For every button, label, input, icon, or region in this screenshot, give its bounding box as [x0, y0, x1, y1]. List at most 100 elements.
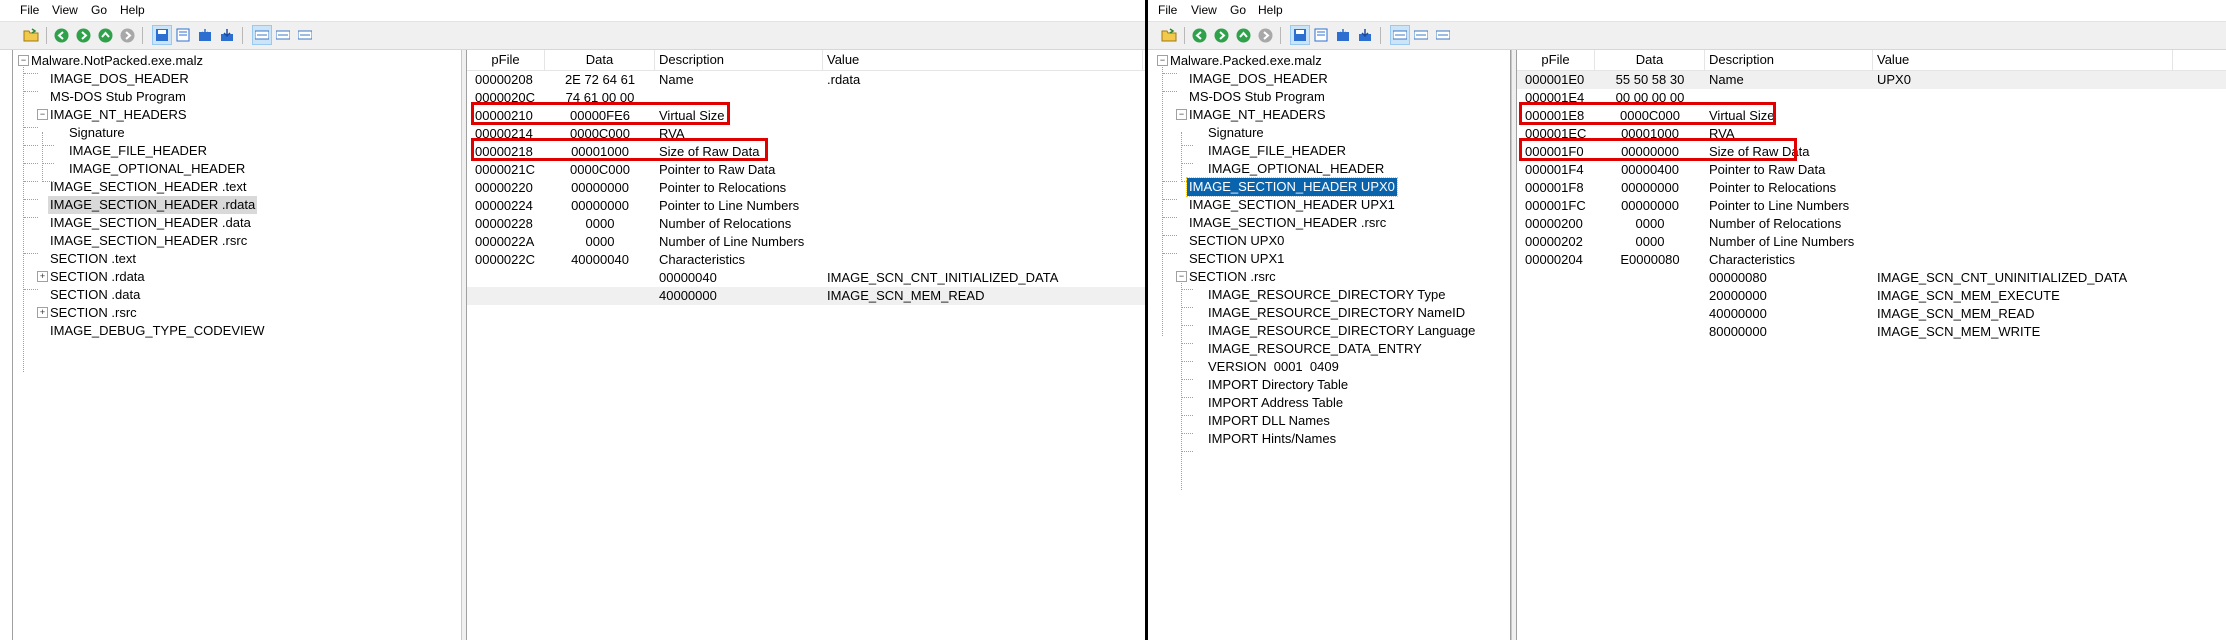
- tree-item-import-address-table[interactable]: IMPORT Address Table: [1208, 394, 1343, 412]
- column-data[interactable]: Data: [545, 50, 655, 70]
- tree-item-section-header-upx0[interactable]: IMAGE_SECTION_HEADER UPX0: [1186, 177, 1398, 197]
- table-row[interactable]: 20000000 IMAGE_SCN_MEM_EXECUTE: [1517, 287, 2226, 305]
- table-row[interactable]: 000001FC 00000000 Pointer to Line Numbers: [1517, 197, 2226, 215]
- download-icon[interactable]: [218, 26, 236, 44]
- tree-item-nt-headers[interactable]: IMAGE_NT_HEADERS: [1189, 106, 1326, 124]
- structure-tree[interactable]: − − − Malware.Packed.exe.malz IMAGE_DOS_…: [1150, 50, 1511, 640]
- tree-item-signature[interactable]: Signature: [1208, 124, 1264, 142]
- menu-file[interactable]: File: [1158, 3, 1177, 17]
- column-data[interactable]: Data: [1595, 50, 1705, 70]
- table-row[interactable]: 40000000 IMAGE_SCN_MEM_READ: [1517, 305, 2226, 323]
- view-mode-3-icon[interactable]: [296, 26, 314, 44]
- table-row[interactable]: 80000000 IMAGE_SCN_MEM_WRITE: [1517, 323, 2226, 341]
- menu-view[interactable]: View: [52, 3, 78, 17]
- view-mode-2-icon[interactable]: [1412, 26, 1430, 44]
- tree-item-section-upx1[interactable]: SECTION UPX1: [1189, 250, 1284, 268]
- column-description[interactable]: Description: [1705, 50, 1873, 70]
- disabled-arrow-icon[interactable]: [118, 26, 136, 44]
- tree-item-import-hints-names[interactable]: IMPORT Hints/Names: [1208, 430, 1336, 448]
- table-row[interactable]: 00000228 0000 Number of Relocations: [467, 215, 1145, 233]
- view-mode-2-icon[interactable]: [274, 26, 292, 44]
- tree-item-resource-dir-language[interactable]: IMAGE_RESOURCE_DIRECTORY Language: [1208, 322, 1475, 340]
- expand-rdata-icon[interactable]: +: [37, 271, 48, 282]
- column-description[interactable]: Description: [655, 50, 823, 70]
- tree-item-section-rsrc[interactable]: SECTION .rsrc: [1189, 268, 1276, 286]
- tree-item-section-data[interactable]: SECTION .data: [50, 286, 140, 304]
- table-row[interactable]: 00000080 IMAGE_SCN_CNT_UNINITIALIZED_DATA: [1517, 269, 2226, 287]
- forward-arrow-icon[interactable]: [74, 26, 92, 44]
- tree-item-section-header-rsrc[interactable]: IMAGE_SECTION_HEADER .rsrc: [1189, 214, 1386, 232]
- column-value[interactable]: Value: [1873, 50, 2173, 70]
- tree-item-root[interactable]: Malware.Packed.exe.malz: [1170, 52, 1322, 70]
- tree-item-dos-stub[interactable]: MS-DOS Stub Program: [50, 88, 186, 106]
- menu-help[interactable]: Help: [1258, 3, 1283, 17]
- collapse-nt-headers-icon[interactable]: −: [1176, 109, 1187, 120]
- table-row[interactable]: 000001E0 55 50 58 30 Name UPX0: [1517, 71, 2226, 89]
- tree-item-import-dll-names[interactable]: IMPORT DLL Names: [1208, 412, 1330, 430]
- table-row[interactable]: 00000220 00000000 Pointer to Relocations: [467, 179, 1145, 197]
- tree-item-debug-codeview[interactable]: IMAGE_DEBUG_TYPE_CODEVIEW: [50, 322, 265, 340]
- tree-item-dos-stub[interactable]: MS-DOS Stub Program: [1189, 88, 1325, 106]
- back-arrow-icon[interactable]: [52, 26, 70, 44]
- menu-view[interactable]: View: [1191, 3, 1217, 17]
- tree-item-signature[interactable]: Signature: [69, 124, 125, 142]
- disabled-arrow-icon[interactable]: [1256, 26, 1274, 44]
- save-disk-icon[interactable]: [152, 25, 172, 45]
- tree-item-optional-header[interactable]: IMAGE_OPTIONAL_HEADER: [1208, 160, 1384, 178]
- table-row[interactable]: 0000022A 0000 Number of Line Numbers: [467, 233, 1145, 251]
- menu-help[interactable]: Help: [120, 3, 145, 17]
- column-pfile[interactable]: pFile: [1517, 50, 1595, 70]
- document-icon[interactable]: [1312, 26, 1330, 44]
- download-icon[interactable]: [1356, 26, 1374, 44]
- tree-item-section-header-upx1[interactable]: IMAGE_SECTION_HEADER UPX1: [1189, 196, 1395, 214]
- column-pfile[interactable]: pFile: [467, 50, 545, 70]
- table-row[interactable]: 000001F4 00000400 Pointer to Raw Data: [1517, 161, 2226, 179]
- table-row[interactable]: 00000202 0000 Number of Line Numbers: [1517, 233, 2226, 251]
- collapse-root-icon[interactable]: −: [18, 55, 29, 66]
- menu-go[interactable]: Go: [91, 3, 107, 17]
- tree-item-dos-header[interactable]: IMAGE_DOS_HEADER: [1189, 70, 1328, 88]
- table-row[interactable]: 40000000 IMAGE_SCN_MEM_READ: [467, 287, 1145, 305]
- table-row[interactable]: 00000040 IMAGE_SCN_CNT_INITIALIZED_DATA: [467, 269, 1145, 287]
- tree-item-section-rsrc[interactable]: SECTION .rsrc: [50, 304, 137, 322]
- column-value[interactable]: Value: [823, 50, 1143, 70]
- tree-item-nt-headers[interactable]: IMAGE_NT_HEADERS: [50, 106, 187, 124]
- expand-rsrc-icon[interactable]: +: [37, 307, 48, 318]
- open-folder-icon[interactable]: [1160, 26, 1178, 44]
- menu-file[interactable]: File: [20, 3, 39, 17]
- export-icon[interactable]: [196, 26, 214, 44]
- table-row[interactable]: 00000208 2E 72 64 61 Name .rdata: [467, 71, 1145, 89]
- table-row[interactable]: 00000224 00000000 Pointer to Line Numbers: [467, 197, 1145, 215]
- table-row[interactable]: 000001F8 00000000 Pointer to Relocations: [1517, 179, 2226, 197]
- open-folder-icon[interactable]: [22, 26, 40, 44]
- tree-item-section-header-rsrc[interactable]: IMAGE_SECTION_HEADER .rsrc: [50, 232, 247, 250]
- tree-item-file-header[interactable]: IMAGE_FILE_HEADER: [69, 142, 207, 160]
- menu-go[interactable]: Go: [1230, 3, 1246, 17]
- tree-item-section-header-text[interactable]: IMAGE_SECTION_HEADER .text: [50, 178, 247, 196]
- tree-item-resource-dir-nameid[interactable]: IMAGE_RESOURCE_DIRECTORY NameID: [1208, 304, 1465, 322]
- view-mode-3-icon[interactable]: [1434, 26, 1452, 44]
- forward-arrow-icon[interactable]: [1212, 26, 1230, 44]
- tree-item-section-header-rdata[interactable]: IMAGE_SECTION_HEADER .rdata: [48, 196, 258, 214]
- tree-item-dos-header[interactable]: IMAGE_DOS_HEADER: [50, 70, 189, 88]
- table-row[interactable]: 00000204 E0000080 Characteristics: [1517, 251, 2226, 269]
- table-row[interactable]: 0000022C 40000040 Characteristics: [467, 251, 1145, 269]
- back-arrow-icon[interactable]: [1190, 26, 1208, 44]
- tree-item-section-upx0[interactable]: SECTION UPX0: [1189, 232, 1284, 250]
- table-row[interactable]: 00000200 0000 Number of Relocations: [1517, 215, 2226, 233]
- tree-item-import-directory-table[interactable]: IMPORT Directory Table: [1208, 376, 1348, 394]
- view-mode-1-icon[interactable]: [252, 25, 272, 45]
- view-mode-1-icon[interactable]: [1390, 25, 1410, 45]
- collapse-nt-headers-icon[interactable]: −: [37, 109, 48, 120]
- document-icon[interactable]: [174, 26, 192, 44]
- tree-item-optional-header[interactable]: IMAGE_OPTIONAL_HEADER: [69, 160, 245, 178]
- structure-tree[interactable]: − − + + Malware.NotPacked.exe.malz IMAGE…: [12, 50, 462, 640]
- save-disk-icon[interactable]: [1290, 25, 1310, 45]
- tree-item-section-header-data[interactable]: IMAGE_SECTION_HEADER .data: [50, 214, 251, 232]
- tree-item-root[interactable]: Malware.NotPacked.exe.malz: [31, 52, 203, 70]
- collapse-rsrc-icon[interactable]: −: [1176, 271, 1187, 282]
- up-arrow-icon[interactable]: [1234, 26, 1252, 44]
- tree-item-resource-dir-type[interactable]: IMAGE_RESOURCE_DIRECTORY Type: [1208, 286, 1445, 304]
- up-arrow-icon[interactable]: [96, 26, 114, 44]
- tree-item-version[interactable]: VERSION 0001 0409: [1208, 358, 1339, 376]
